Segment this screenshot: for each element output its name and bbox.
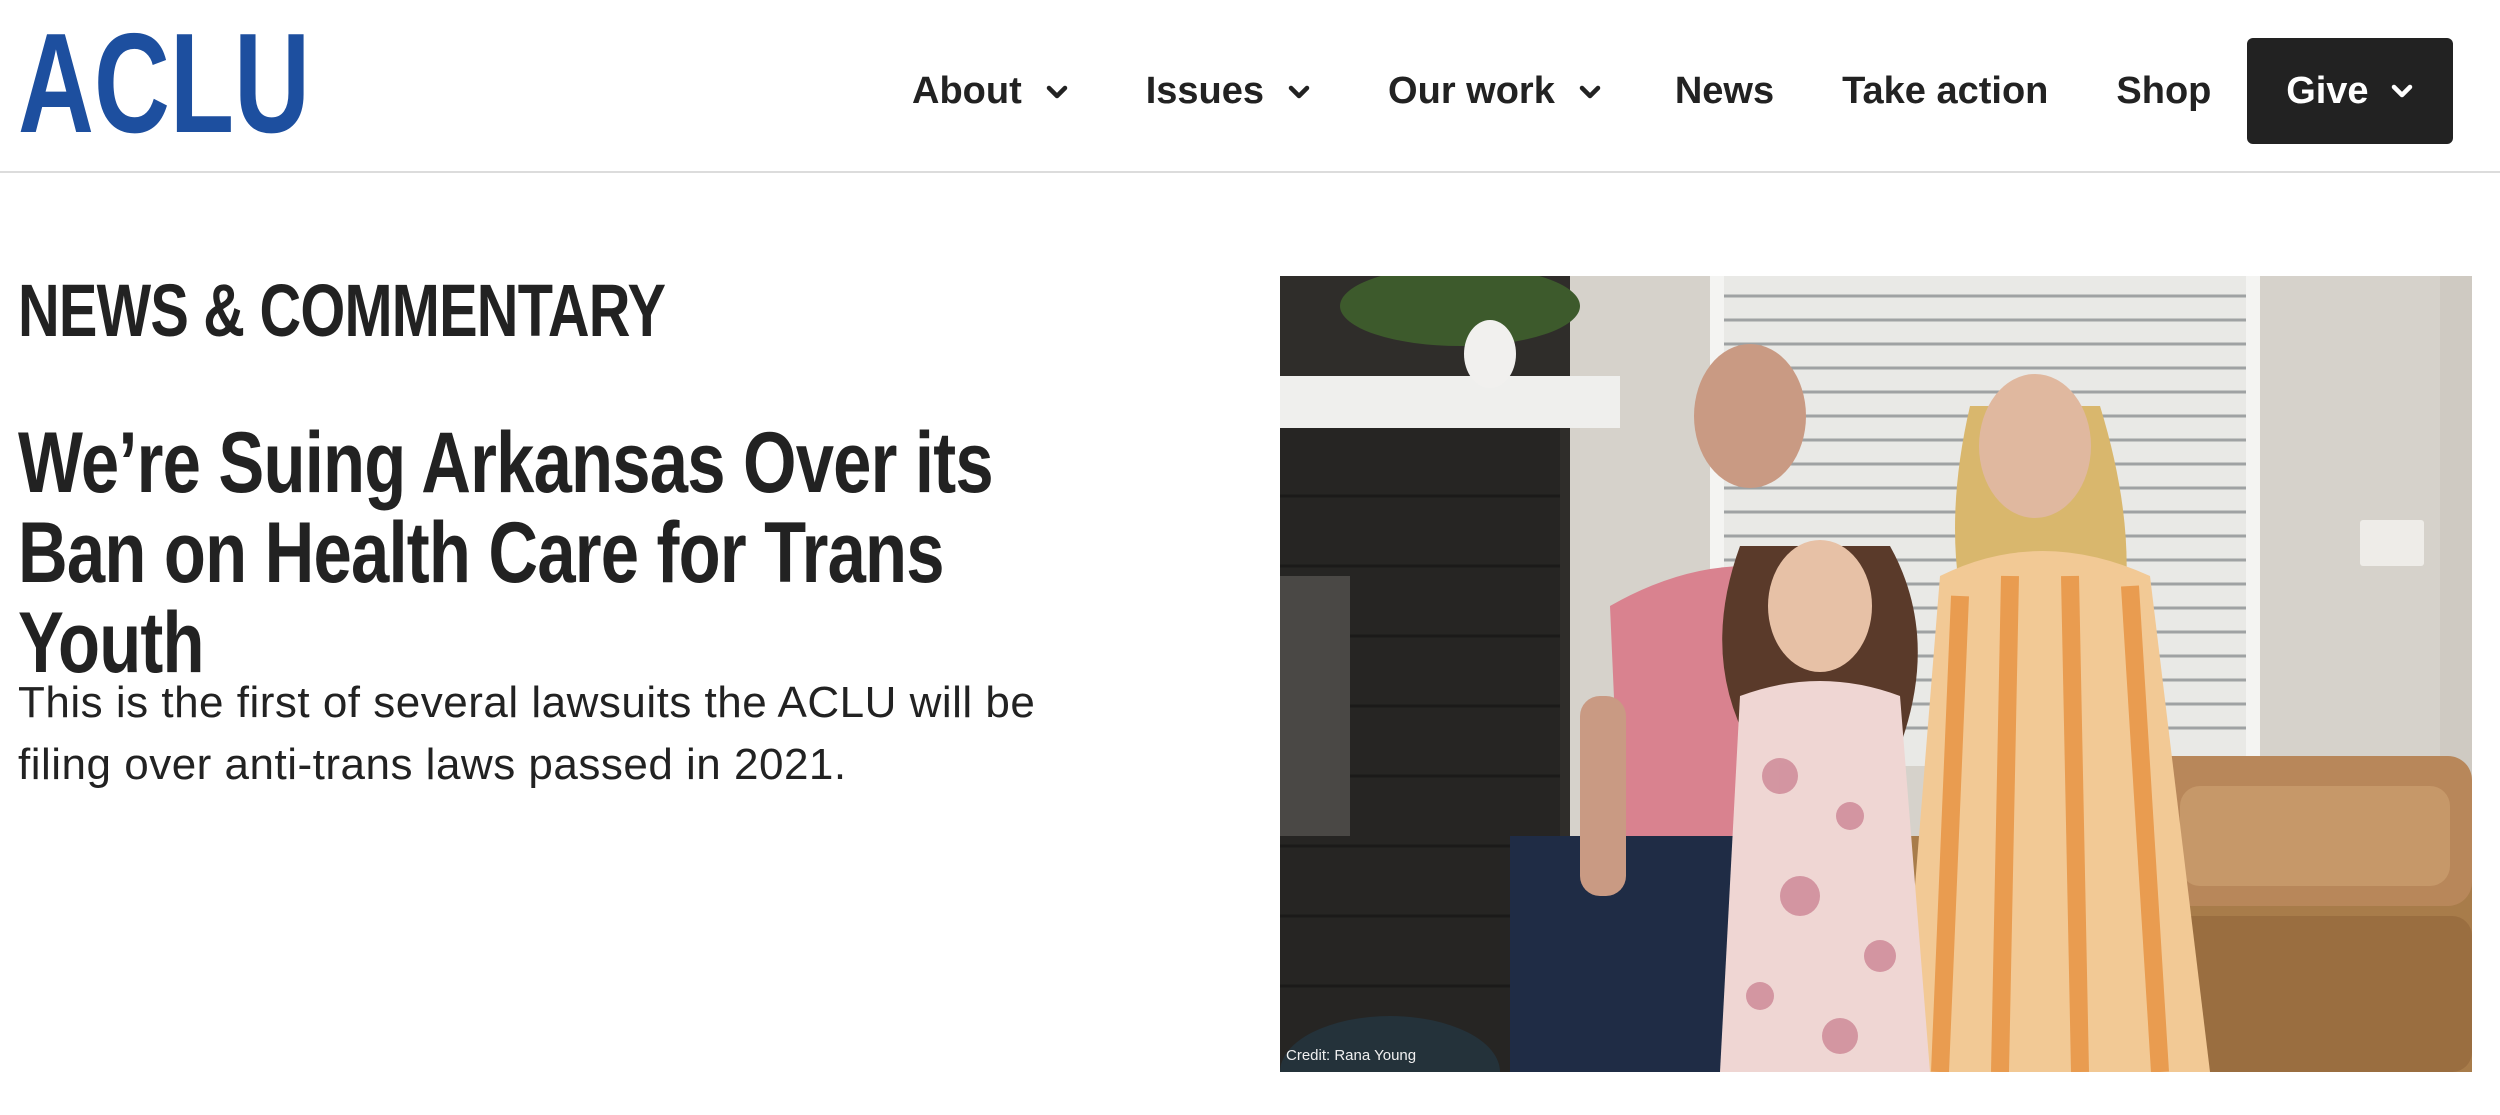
nav-item-label: Take action <box>1842 69 2049 112</box>
give-button-label: Give <box>2286 69 2369 112</box>
nav-item-take-action[interactable]: Take action <box>1842 38 2048 144</box>
article-headline[interactable]: We’re Suing Arkansas Over its Ban on Hea… <box>18 418 1138 688</box>
article-dek: This is the first of several lawsuits th… <box>18 678 1036 789</box>
logo-text: ACLU <box>18 28 310 140</box>
nav-item-our-work[interactable]: Our work <box>1388 38 1603 144</box>
nav-item-label: About <box>912 69 1022 112</box>
nav-item-label: Shop <box>2116 69 2212 112</box>
aclu-logo-mark: ACLU <box>18 4 310 163</box>
nav-item-issues[interactable]: Issues <box>1146 38 1312 144</box>
chevron-down-icon <box>2391 84 2412 98</box>
nav-item-label: Issues <box>1145 69 1265 112</box>
chevron-down-icon <box>1288 85 1310 99</box>
site-header: ACLU About Issues Our work News Take act… <box>0 0 2500 173</box>
family-photo-illustration <box>1280 276 2472 1072</box>
chevron-down-icon <box>1579 85 1601 99</box>
hero-image <box>1280 276 2472 1072</box>
nav-item-label: News <box>1674 69 1775 112</box>
nav-item-news[interactable]: News <box>1675 38 1774 144</box>
section-label[interactable]: NEWS & COMMENTARY <box>18 268 666 353</box>
chevron-down-icon <box>1046 85 1067 99</box>
nav-item-about[interactable]: About <box>912 38 1070 144</box>
aclu-logo[interactable]: ACLU <box>18 4 310 163</box>
main-nav: About Issues Our work News Take action S… <box>880 38 2454 144</box>
nav-item-shop[interactable]: Shop <box>2116 38 2211 144</box>
photo-credit: Credit: Rana Young <box>1286 1047 1417 1064</box>
give-button[interactable]: Give <box>2247 38 2454 144</box>
nav-item-label: Our work <box>1388 69 1555 112</box>
